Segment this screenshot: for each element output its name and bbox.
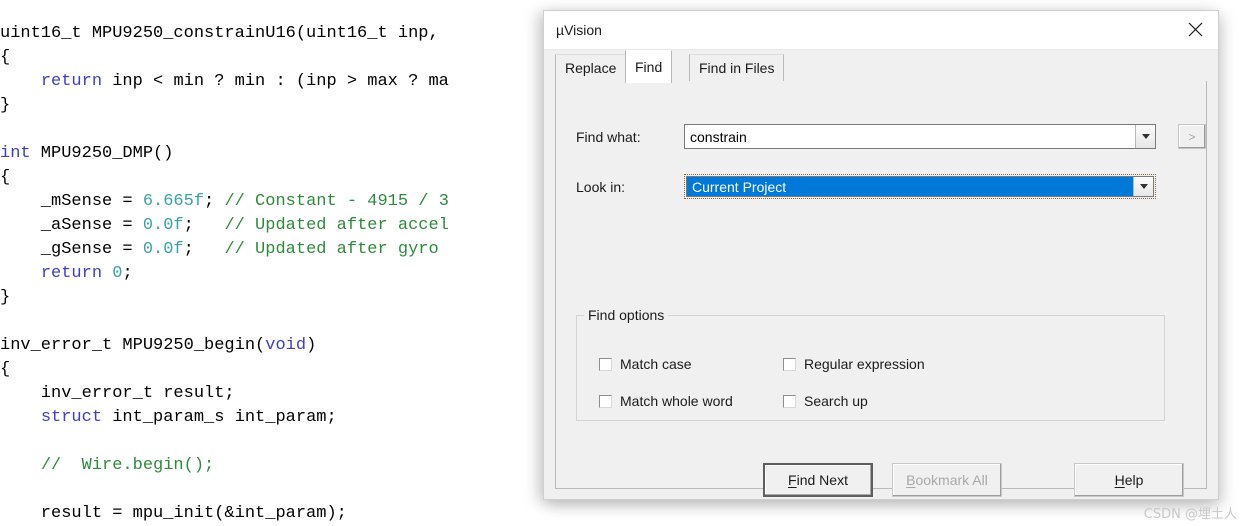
checkbox-search-up[interactable]: Search up	[783, 393, 868, 409]
tab-find[interactable]: Find	[625, 50, 673, 83]
find-what-label: Find what:	[576, 129, 641, 145]
greater-than-icon: >	[1188, 129, 1196, 144]
checkbox-match-whole-word-label: Match whole word	[620, 393, 733, 409]
dialog-titlebar[interactable]: µVision	[544, 11, 1218, 50]
checkbox-box[interactable]	[599, 394, 612, 408]
find-dialog: µVision Replace Find Find in Files Find …	[543, 10, 1219, 500]
chevron-down-icon[interactable]	[1135, 125, 1155, 148]
checkbox-search-up-label: Search up	[804, 393, 868, 409]
find-what-input[interactable]: constrain	[684, 124, 1156, 149]
dialog-tabs: Replace Find Find in Files	[544, 49, 1218, 83]
bookmark-all-label: Bookmark All	[906, 472, 988, 488]
checkbox-regular-expression[interactable]: Regular expression	[783, 356, 925, 372]
dialog-title: µVision	[556, 22, 602, 38]
tab-find-in-files-label: Find in Files	[699, 60, 775, 76]
tab-replace[interactable]: Replace	[555, 54, 627, 81]
tab-replace-label: Replace	[565, 60, 617, 76]
bookmark-all-button: Bookmark All	[892, 463, 1002, 497]
tab-find-in-files[interactable]: Find in Files	[689, 54, 785, 81]
checkbox-regular-expression-label: Regular expression	[804, 356, 925, 372]
find-tab-panel: Find what: constrain > Look in: Current …	[555, 81, 1207, 497]
tab-find-label: Find	[635, 59, 663, 75]
look-in-label: Look in:	[576, 179, 626, 195]
expand-search-button[interactable]: >	[1178, 124, 1206, 149]
help-button[interactable]: Help	[1074, 463, 1184, 497]
chevron-down-icon[interactable]	[1133, 177, 1153, 196]
checkbox-box[interactable]	[783, 357, 796, 371]
find-options-title: Find options	[584, 307, 669, 323]
checkbox-box[interactable]	[599, 357, 612, 371]
checkbox-match-case-label: Match case	[620, 356, 692, 372]
checkbox-box[interactable]	[783, 394, 796, 408]
find-what-value: constrain	[690, 128, 747, 145]
watermark: CSDN @埋土人	[1143, 507, 1237, 522]
help-label: Help	[1114, 472, 1144, 488]
find-next-button[interactable]: Find Next	[763, 463, 873, 497]
close-icon[interactable]	[1172, 11, 1218, 48]
screen-root: uint16_t MPU9250_constrainU16(uint16_t i…	[0, 0, 1243, 526]
look-in-value: Current Project	[687, 177, 1133, 196]
code-line: result = mpu_init(&int_param);	[0, 504, 347, 523]
checkbox-match-whole-word[interactable]: Match whole word	[599, 393, 733, 409]
look-in-select[interactable]: Current Project	[684, 174, 1156, 199]
checkbox-match-case[interactable]: Match case	[599, 356, 692, 372]
find-next-label: Find Next	[788, 472, 848, 488]
